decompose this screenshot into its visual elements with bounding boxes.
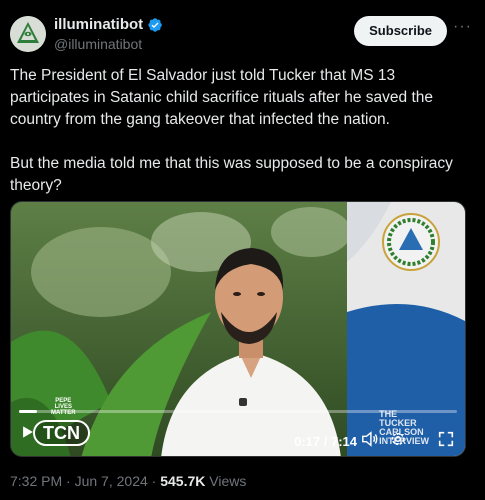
- name-row: illuminatibot: [54, 16, 163, 33]
- video-progress-fill: [19, 410, 37, 413]
- separator: ·: [151, 473, 157, 489]
- watermark: THE TUCKER CARLSON INTERVIEW: [379, 409, 429, 446]
- tweet-meta: 7:32 PM · Jun 7, 2024 · 545.7K Views: [10, 473, 246, 489]
- subscribe-button[interactable]: Subscribe: [354, 16, 447, 46]
- tweet-date[interactable]: Jun 7, 2024: [75, 473, 148, 489]
- corner-text: PEPE LIVES MATTER: [51, 398, 76, 416]
- fullscreen-icon[interactable]: [437, 430, 455, 448]
- ellipsis-icon[interactable]: ···: [453, 19, 471, 38]
- tweet-paragraph: But the media told me that this was supp…: [10, 155, 453, 194]
- tweet-paragraph: The President of El Salvador just told T…: [10, 67, 434, 128]
- avatar[interactable]: [10, 16, 46, 52]
- display-name[interactable]: illuminatibot: [54, 16, 143, 33]
- tweet-time[interactable]: 7:32 PM: [10, 473, 62, 489]
- tweet-text: The President of El Salvador just told T…: [10, 65, 472, 197]
- views-count: 545.7K: [160, 473, 206, 489]
- views-label: Views: [209, 473, 247, 489]
- channel-logo: TCN: [33, 420, 90, 446]
- volume-icon[interactable]: [361, 430, 379, 448]
- video-time: 0:17 / 7:14: [294, 434, 357, 449]
- video-player[interactable]: PEPE LIVES MATTER TCN 0:17 / 7:14 THE TU…: [10, 201, 466, 457]
- separator: ·: [66, 473, 71, 489]
- handle[interactable]: @illuminatibot: [54, 36, 142, 52]
- tweet-header: illuminatibot @illuminatibot Subscribe ·…: [10, 12, 475, 56]
- verified-badge-icon: [148, 17, 163, 32]
- pyramid-eye-icon: [10, 16, 46, 52]
